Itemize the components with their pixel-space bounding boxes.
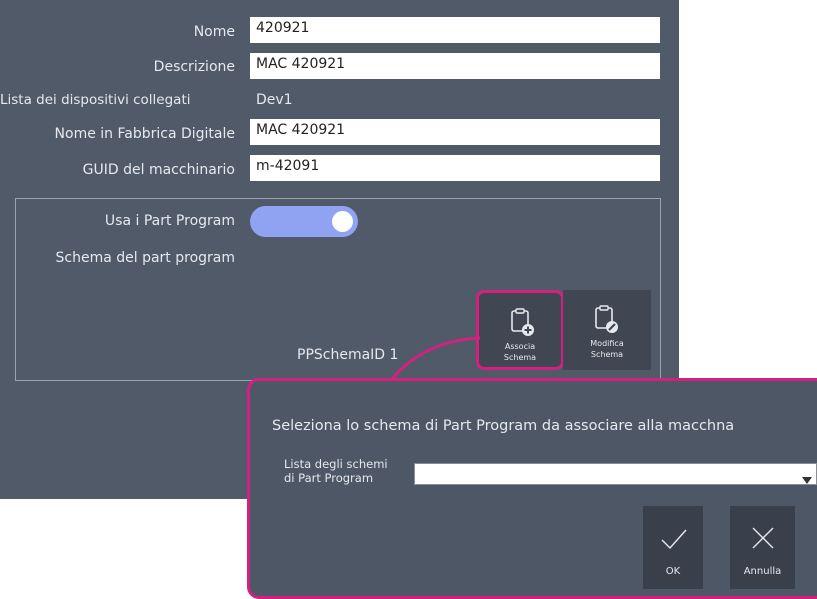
schema-part-program-label: Schema del part program bbox=[55, 250, 236, 266]
usa-part-program-toggle[interactable] bbox=[250, 206, 358, 237]
toggle-knob bbox=[332, 211, 353, 232]
associa-label-line1: Associa bbox=[504, 342, 536, 351]
associa-schema-dialog: Seleziona lo schema di Part Program da a… bbox=[247, 378, 817, 599]
modifica-schema-button[interactable]: Modifica Schema bbox=[563, 290, 651, 370]
guid-label: GUID del macchinario bbox=[82, 162, 235, 178]
descrizione-label: Descrizione bbox=[153, 59, 235, 75]
annulla-label: Annulla bbox=[743, 566, 782, 577]
dialog-title: Seleziona lo schema di Part Program da a… bbox=[272, 418, 735, 434]
schemi-list-label-line2: di Part Program bbox=[284, 471, 374, 485]
annulla-button[interactable]: Annulla bbox=[730, 506, 795, 589]
schemi-dropdown[interactable] bbox=[414, 463, 817, 485]
descrizione-field[interactable]: MAC 420921 bbox=[250, 53, 660, 79]
nome-label: Nome bbox=[193, 24, 235, 40]
close-icon bbox=[751, 526, 775, 553]
dispositivi-label: Lista dei dispositivi collegati bbox=[0, 92, 191, 108]
usa-part-program-label: Usa i Part Program bbox=[104, 213, 235, 229]
schemi-list-label-line1: Lista degli schemi bbox=[284, 457, 388, 471]
clipboard-add-icon bbox=[510, 307, 536, 339]
nome-field[interactable]: 420921 bbox=[250, 17, 660, 43]
chevron-down-icon bbox=[802, 470, 812, 489]
dispositivi-value: Dev1 bbox=[256, 92, 293, 108]
checkmark-icon bbox=[661, 528, 687, 553]
schemi-list-label: Lista degli schemi di Part Program bbox=[284, 457, 388, 485]
fabbrica-label: Nome in Fabbrica Digitale bbox=[54, 126, 235, 142]
guid-field[interactable]: m-42091 bbox=[250, 155, 660, 181]
ok-label: OK bbox=[665, 566, 681, 577]
associa-label-line2: Schema bbox=[503, 353, 537, 362]
modifica-label-line1: Modifica bbox=[590, 339, 624, 348]
fabbrica-field[interactable]: MAC 420921 bbox=[250, 119, 660, 145]
clipboard-edit-icon bbox=[594, 304, 620, 336]
modifica-label-line2: Schema bbox=[590, 350, 624, 359]
ok-button[interactable]: OK bbox=[643, 506, 703, 589]
